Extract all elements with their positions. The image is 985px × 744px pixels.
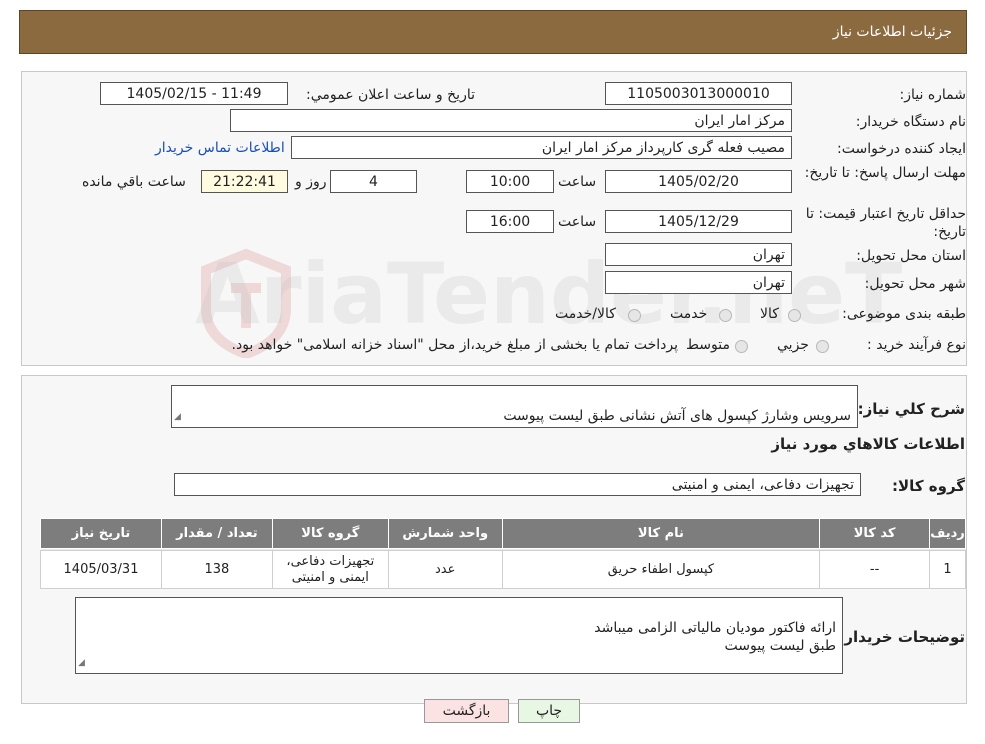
- cell-goods-code: --: [819, 550, 931, 589]
- buyer-notes-textarea[interactable]: ارائه فاکتور مودیان مالیاتی الزامی میباش…: [75, 597, 843, 674]
- process-label: نوع فرآيند خريد :: [867, 337, 966, 353]
- province-label: استان محل تحويل:: [856, 248, 966, 264]
- announce-field: 1405/02/15 - 11:49: [100, 82, 288, 105]
- page-title: جزئیات اطلاعات نیاز: [832, 24, 952, 40]
- announce-label: تاریخ و ساعت اعلان عمومي:: [306, 87, 475, 103]
- print-button[interactable]: چاپ: [518, 699, 580, 723]
- category-label: طبقه بندی موضوعی:: [842, 306, 966, 322]
- goods-table: رديف کد کالا نام کالا واحد شمارش گروه کا…: [40, 518, 966, 589]
- validity-time-label: ساعت: [558, 214, 597, 230]
- col-header-goods-name: نام کالا: [501, 518, 821, 549]
- remaining-time-field: 21:22:41: [201, 170, 288, 193]
- category-goods-service-label: کالا/خدمت: [555, 306, 616, 322]
- reply-time-field: 10:00: [466, 170, 554, 193]
- description-text: سرویس وشارژ کپسول های آتش نشانی طبق لیست…: [503, 408, 851, 424]
- description-label: شرح کلي نياز:: [857, 400, 965, 418]
- need-number-label: شماره نیاز:: [899, 87, 967, 103]
- process-note: پرداخت تمام یا بخشی از مبلغ خرید،از محل …: [231, 337, 678, 353]
- process-medium-label: متوسط: [686, 337, 730, 353]
- col-header-row-number: رديف: [929, 518, 966, 549]
- cell-goods-group: تجهیزات دفاعی، ایمنی و امنیتی: [271, 550, 389, 589]
- reply-time-label: ساعت: [558, 174, 597, 190]
- back-button[interactable]: بازگشت: [424, 699, 509, 723]
- category-goods-service-radio[interactable]: [628, 309, 641, 322]
- cell-row-number: 1: [929, 550, 966, 589]
- need-number-field: 1105003013000010: [605, 82, 792, 105]
- days-label: روز و: [295, 174, 327, 190]
- goods-group-field: تجهیزات دفاعی، ایمنی و امنیتی: [174, 473, 861, 496]
- goods-info-title: اطلاعات کالاهاي مورد نياز: [771, 435, 965, 453]
- creator-label: ايجاد کننده درخواست:: [837, 141, 966, 157]
- table-header-row: رديف کد کالا نام کالا واحد شمارش گروه کا…: [40, 518, 966, 549]
- category-service-label: خدمت: [670, 306, 708, 322]
- buyer-org-label: نام دستگاه خريدار:: [855, 114, 966, 130]
- table-row: 1 -- کپسول اطفاء حریق عدد تجهیزات دفاعی،…: [40, 550, 966, 589]
- buyer-notes-label: توضيحات خريدار:: [838, 628, 965, 646]
- col-header-goods-code: کد کالا: [819, 518, 931, 549]
- cell-quantity: 138: [161, 550, 273, 589]
- buyer-contact-link[interactable]: اطلاعات تماس خريدار: [155, 140, 285, 156]
- goods-group-label: گروه کالا:: [892, 477, 965, 495]
- resize-grip-icon[interactable]: ◢: [174, 408, 181, 426]
- page-header: جزئیات اطلاعات نیاز: [19, 10, 967, 54]
- col-header-unit: واحد شمارش: [387, 518, 503, 549]
- reply-deadline-label: مهلت ارسال پاسخ: تا تاريخ:: [804, 165, 966, 181]
- cell-unit: عدد: [387, 550, 503, 589]
- process-minor-label: جزيي: [777, 337, 809, 353]
- category-goods-label: کالا: [760, 306, 779, 322]
- cell-need-date: 1405/03/31: [40, 550, 162, 589]
- buyer-notes-text: ارائه فاکتور مودیان مالیاتی الزامی میباش…: [594, 620, 836, 654]
- resize-grip-icon[interactable]: ◢: [78, 654, 85, 672]
- price-validity-label: حداقل تاريخ اعتبار قيمت: تا تاريخ:: [805, 206, 966, 240]
- province-field: تهران: [605, 243, 792, 266]
- category-service-radio[interactable]: [719, 309, 732, 322]
- cell-goods-name: کپسول اطفاء حریق: [501, 550, 821, 589]
- category-goods-radio[interactable]: [788, 309, 801, 322]
- col-header-quantity: تعداد / مقدار: [161, 518, 273, 549]
- remaining-time-label: ساعت باقي مانده: [82, 174, 186, 190]
- city-label: شهر محل تحويل:: [864, 276, 966, 292]
- process-minor-radio[interactable]: [816, 340, 829, 353]
- reply-date-field: 1405/02/20: [605, 170, 792, 193]
- city-field: تهران: [605, 271, 792, 294]
- validity-time-field: 16:00: [466, 210, 554, 233]
- creator-field: مصیب فعله گری کارپرداز مرکز امار ایران: [291, 136, 792, 159]
- col-header-need-date: تاريخ نياز: [40, 518, 162, 549]
- description-textarea[interactable]: سرویس وشارژ کپسول های آتش نشانی طبق لیست…: [171, 385, 858, 428]
- validity-date-field: 1405/12/29: [605, 210, 792, 233]
- col-header-goods-group: گروه کالا: [271, 518, 389, 549]
- buyer-org-field: مرکز امار ایران: [230, 109, 792, 132]
- process-medium-radio[interactable]: [735, 340, 748, 353]
- days-field: 4: [330, 170, 417, 193]
